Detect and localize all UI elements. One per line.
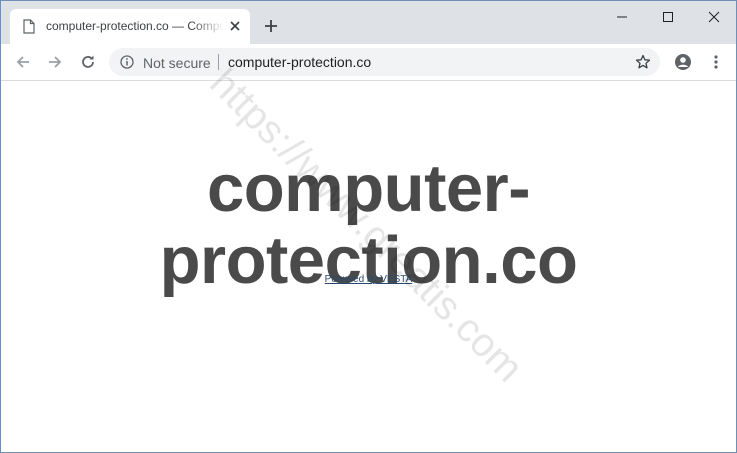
star-icon[interactable] bbox=[635, 54, 651, 75]
tab-title: computer-protection.co — Computer Protec… bbox=[46, 19, 224, 33]
arrow-left-icon[interactable] bbox=[14, 53, 32, 76]
account-icon[interactable] bbox=[674, 53, 692, 76]
arrow-right-icon[interactable] bbox=[46, 53, 64, 76]
kebab-menu-icon[interactable] bbox=[707, 53, 725, 76]
divider bbox=[218, 54, 219, 70]
minimize-icon[interactable] bbox=[614, 9, 630, 25]
plus-icon[interactable] bbox=[263, 18, 279, 39]
reload-icon[interactable] bbox=[79, 53, 97, 76]
tab-strip: computer-protection.co — Computer Protec… bbox=[1, 1, 736, 44]
window-close-icon[interactable] bbox=[706, 9, 722, 25]
browser-window: computer-protection.co — Computer Protec… bbox=[0, 0, 737, 453]
active-tab[interactable]: computer-protection.co — Computer Protec… bbox=[10, 9, 250, 44]
page-content: computer-protection.co Powered by VESTA bbox=[1, 81, 736, 452]
page-icon bbox=[23, 19, 35, 39]
url-field[interactable]: computer-protection.co bbox=[228, 54, 371, 70]
maximize-icon[interactable] bbox=[660, 9, 676, 25]
powered-by-link[interactable]: Powered by VESTA bbox=[1, 274, 736, 285]
address-bar[interactable]: Not secure computer-protection.co bbox=[109, 48, 660, 76]
close-icon[interactable] bbox=[228, 19, 242, 38]
info-icon[interactable] bbox=[120, 55, 134, 74]
security-status[interactable]: Not secure bbox=[143, 55, 211, 71]
browser-toolbar: Not secure computer-protection.co bbox=[1, 44, 736, 81]
